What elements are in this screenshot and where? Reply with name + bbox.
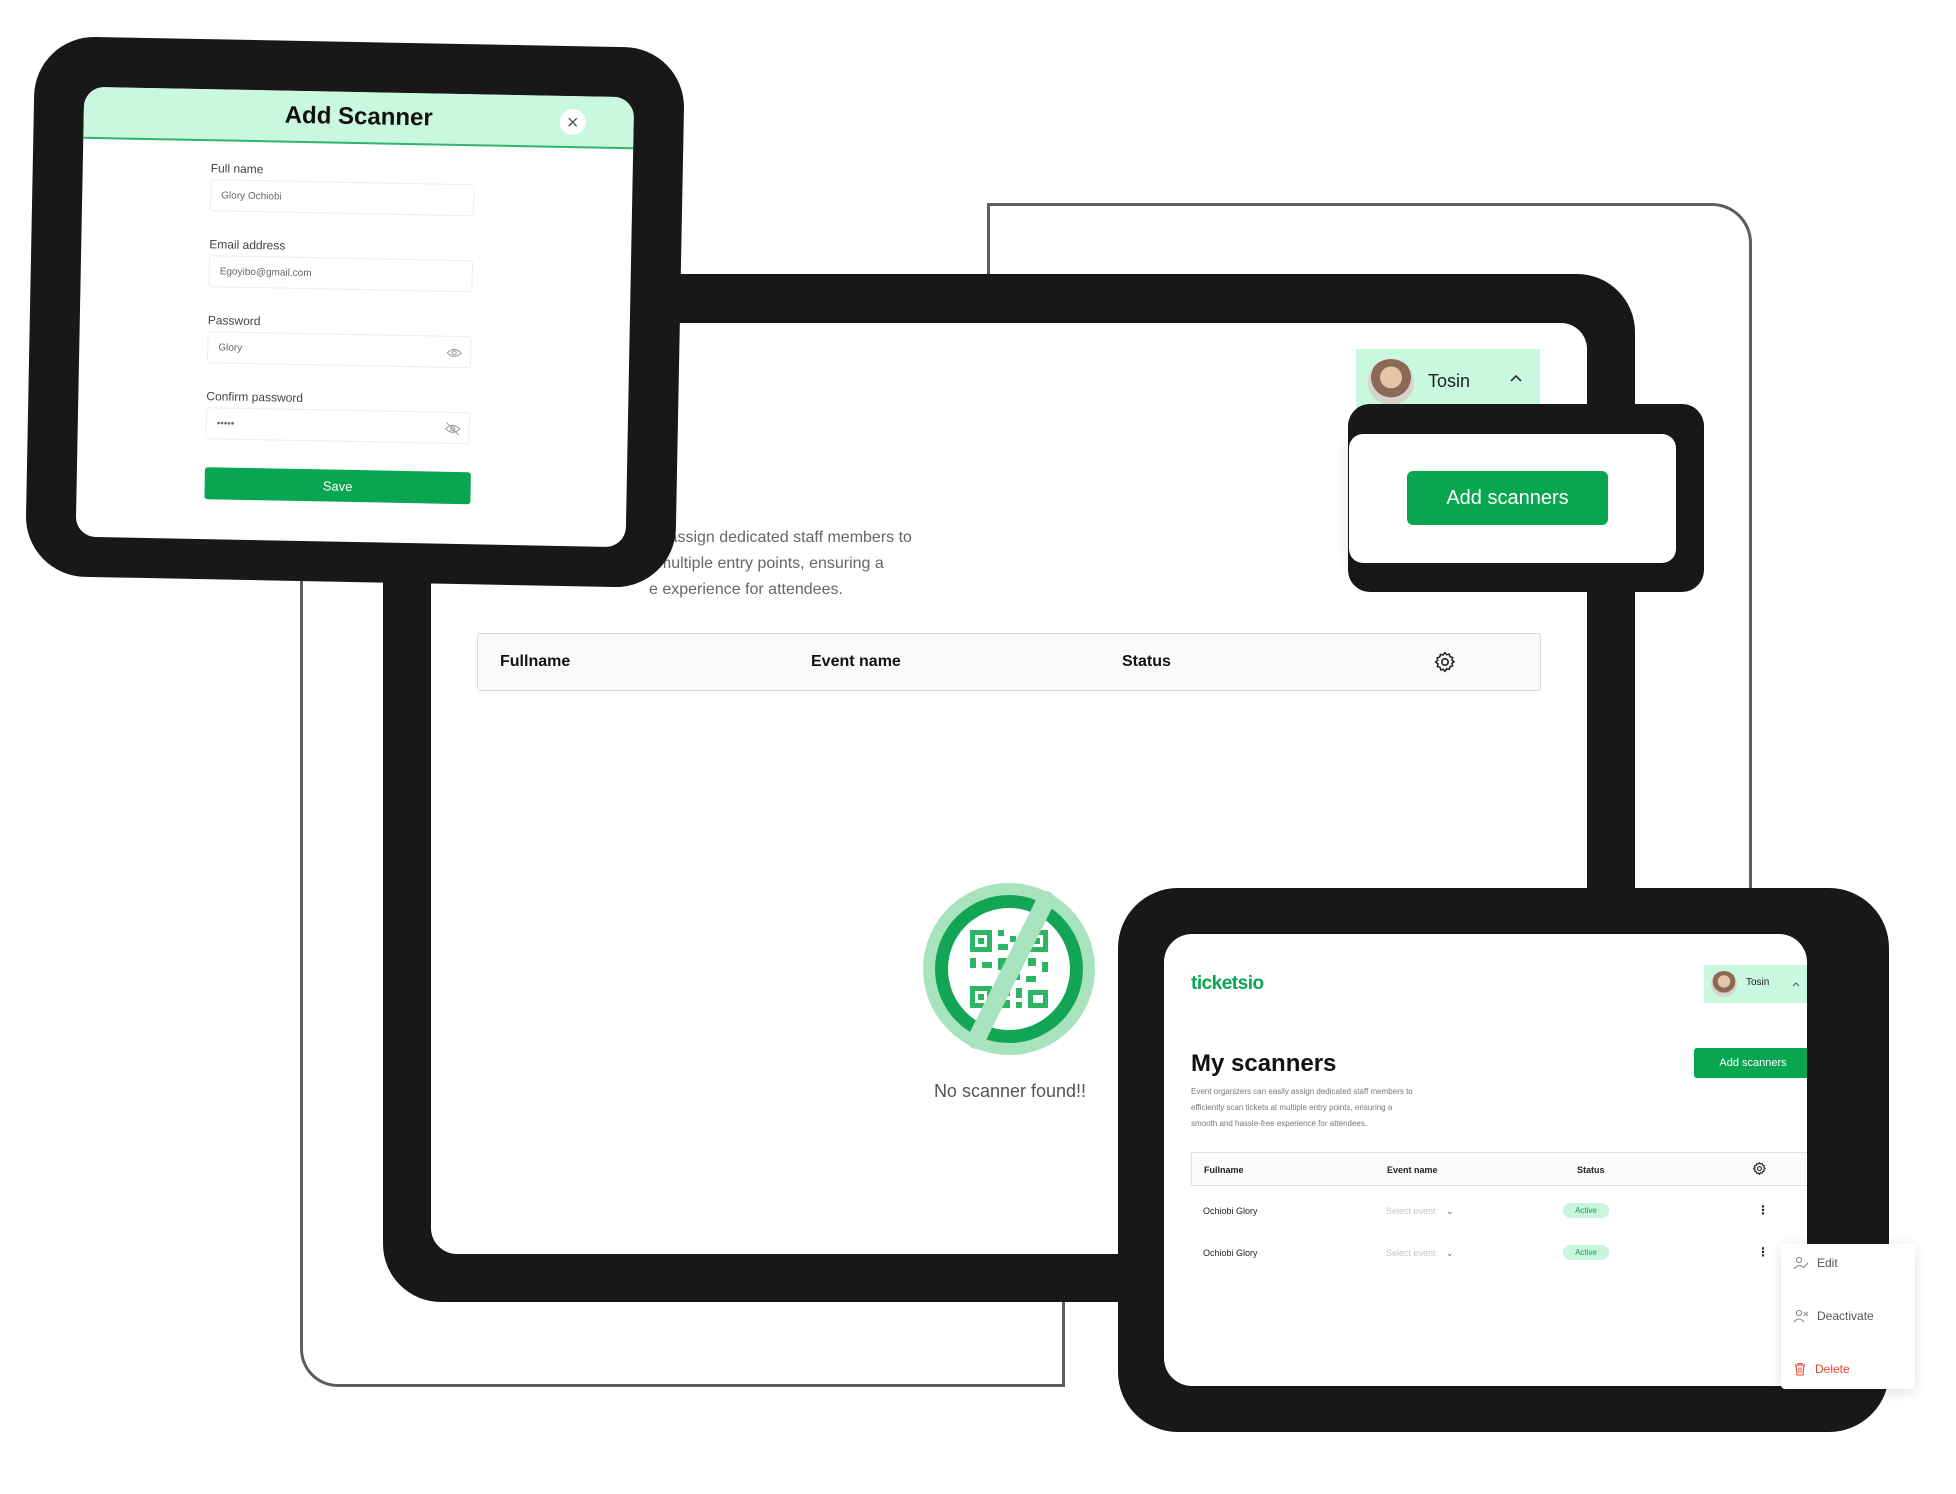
description-line: Event organizers can easily assign dedic… (1191, 1087, 1413, 1096)
no-scanner-illustration (918, 878, 1100, 1065)
confirm-password-label: Confirm password (206, 389, 304, 406)
column-status: Status (1122, 653, 1171, 670)
table-row[interactable]: Ochiobi Glory Select event ⌄ Active ⋮ (1191, 1196, 1807, 1226)
menu-label-deactivate: Deactivate (1817, 1309, 1874, 1323)
password-value: Glory (218, 341, 243, 354)
my-scanners-screen: ticketsio Tosin My scanners Add scanners… (1164, 934, 1807, 1386)
password-field[interactable]: Glory (206, 331, 472, 369)
menu-item-deactivate[interactable]: Deactivate (1793, 1309, 1874, 1323)
trash-icon (1795, 1362, 1805, 1376)
more-options-icon[interactable]: ⋮ (1757, 1203, 1769, 1217)
deactivate-user-icon (1793, 1309, 1809, 1323)
add-scanners-button-small[interactable]: Add scanners (1694, 1048, 1807, 1078)
save-button[interactable]: Save (204, 467, 471, 505)
page-title: My scanners (1191, 1050, 1337, 1077)
menu-label-delete: Delete (1815, 1362, 1850, 1376)
column-status: Status (1577, 1165, 1605, 1175)
column-fullname: Fullname (500, 653, 571, 670)
row-context-menu: Edit Deactivate Delete (1781, 1244, 1915, 1389)
page-description-small: Event organizers can easily assign dedic… (1191, 1084, 1413, 1132)
description-line: t multiple entry points, ensuring a (649, 555, 884, 572)
add-scanner-modal: Add Scanner Full name Glory Ochiobi Emai… (75, 86, 635, 548)
menu-label-edit: Edit (1817, 1256, 1838, 1270)
gear-icon[interactable] (1752, 1161, 1767, 1181)
column-event-name: Event name (811, 653, 901, 670)
chevron-down-icon: ⌄ (1446, 1206, 1454, 1216)
more-options-icon[interactable]: ⋮ (1757, 1245, 1769, 1259)
row-fullname: Ochiobi Glory (1203, 1206, 1258, 1216)
table-header-small: Fullname Event name Status (1191, 1152, 1807, 1186)
description-line: ily assign dedicated staff members to (649, 529, 912, 546)
description-line: smooth and hassle-free experience for at… (1191, 1119, 1368, 1128)
eye-icon[interactable] (446, 346, 462, 363)
user-name: Tosin (1428, 371, 1471, 391)
confirm-password-value: ••••• (216, 417, 235, 430)
modal-title: Add Scanner (284, 101, 434, 132)
table-row[interactable]: Ochiobi Glory Select event ⌄ Active ⋮ (1191, 1238, 1807, 1268)
menu-item-edit[interactable]: Edit (1793, 1256, 1838, 1270)
password-label: Password (207, 313, 261, 329)
column-event-name: Event name (1387, 1165, 1438, 1175)
confirm-password-field[interactable]: ••••• (205, 407, 471, 445)
event-select-placeholder: Select event (1386, 1206, 1436, 1216)
event-select[interactable]: Select event ⌄ (1386, 1206, 1454, 1217)
avatar (1711, 971, 1737, 997)
page-description: ily assign dedicated staff members to t … (649, 525, 912, 603)
ticketsio-logo[interactable]: ticketsio (1191, 973, 1264, 995)
avatar (1368, 359, 1414, 405)
full-name-label: Full name (210, 161, 264, 177)
chevron-down-icon: ⌄ (1446, 1248, 1454, 1258)
add-button-card: Add scanners (1349, 434, 1676, 563)
user-menu-small[interactable]: Tosin (1704, 965, 1807, 1003)
status-badge: Active (1563, 1245, 1609, 1260)
edit-user-icon (1793, 1256, 1809, 1270)
menu-item-delete[interactable]: Delete (1793, 1362, 1850, 1376)
event-select[interactable]: Select event ⌄ (1386, 1248, 1454, 1259)
add-scanners-button[interactable]: Add scanners (1407, 471, 1608, 525)
email-field[interactable]: Egoyibo@gmail.com (208, 255, 474, 293)
modal-header: Add Scanner (83, 86, 635, 150)
eye-off-icon[interactable] (445, 422, 461, 439)
email-label: Email address (209, 237, 286, 253)
modal-device: Add Scanner Full name Glory Ochiobi Emai… (24, 35, 686, 589)
status-badge: Active (1563, 1203, 1609, 1218)
column-fullname: Fullname (1204, 1165, 1244, 1175)
chevron-up-icon (1506, 369, 1526, 394)
row-fullname: Ochiobi Glory (1203, 1248, 1258, 1258)
gear-icon[interactable] (1433, 650, 1457, 679)
full-name-field[interactable]: Glory Ochiobi (209, 179, 475, 217)
table-header: Fullname Event name Status (477, 633, 1541, 691)
event-select-placeholder: Select event (1386, 1248, 1436, 1258)
user-name-small: Tosin (1746, 977, 1770, 988)
empty-state-text: No scanner found!! (933, 1081, 1087, 1101)
chevron-up-icon (1790, 977, 1802, 995)
description-line: efficiently scan tickets at multiple ent… (1191, 1103, 1393, 1112)
description-line: e experience for attendees. (649, 581, 843, 598)
